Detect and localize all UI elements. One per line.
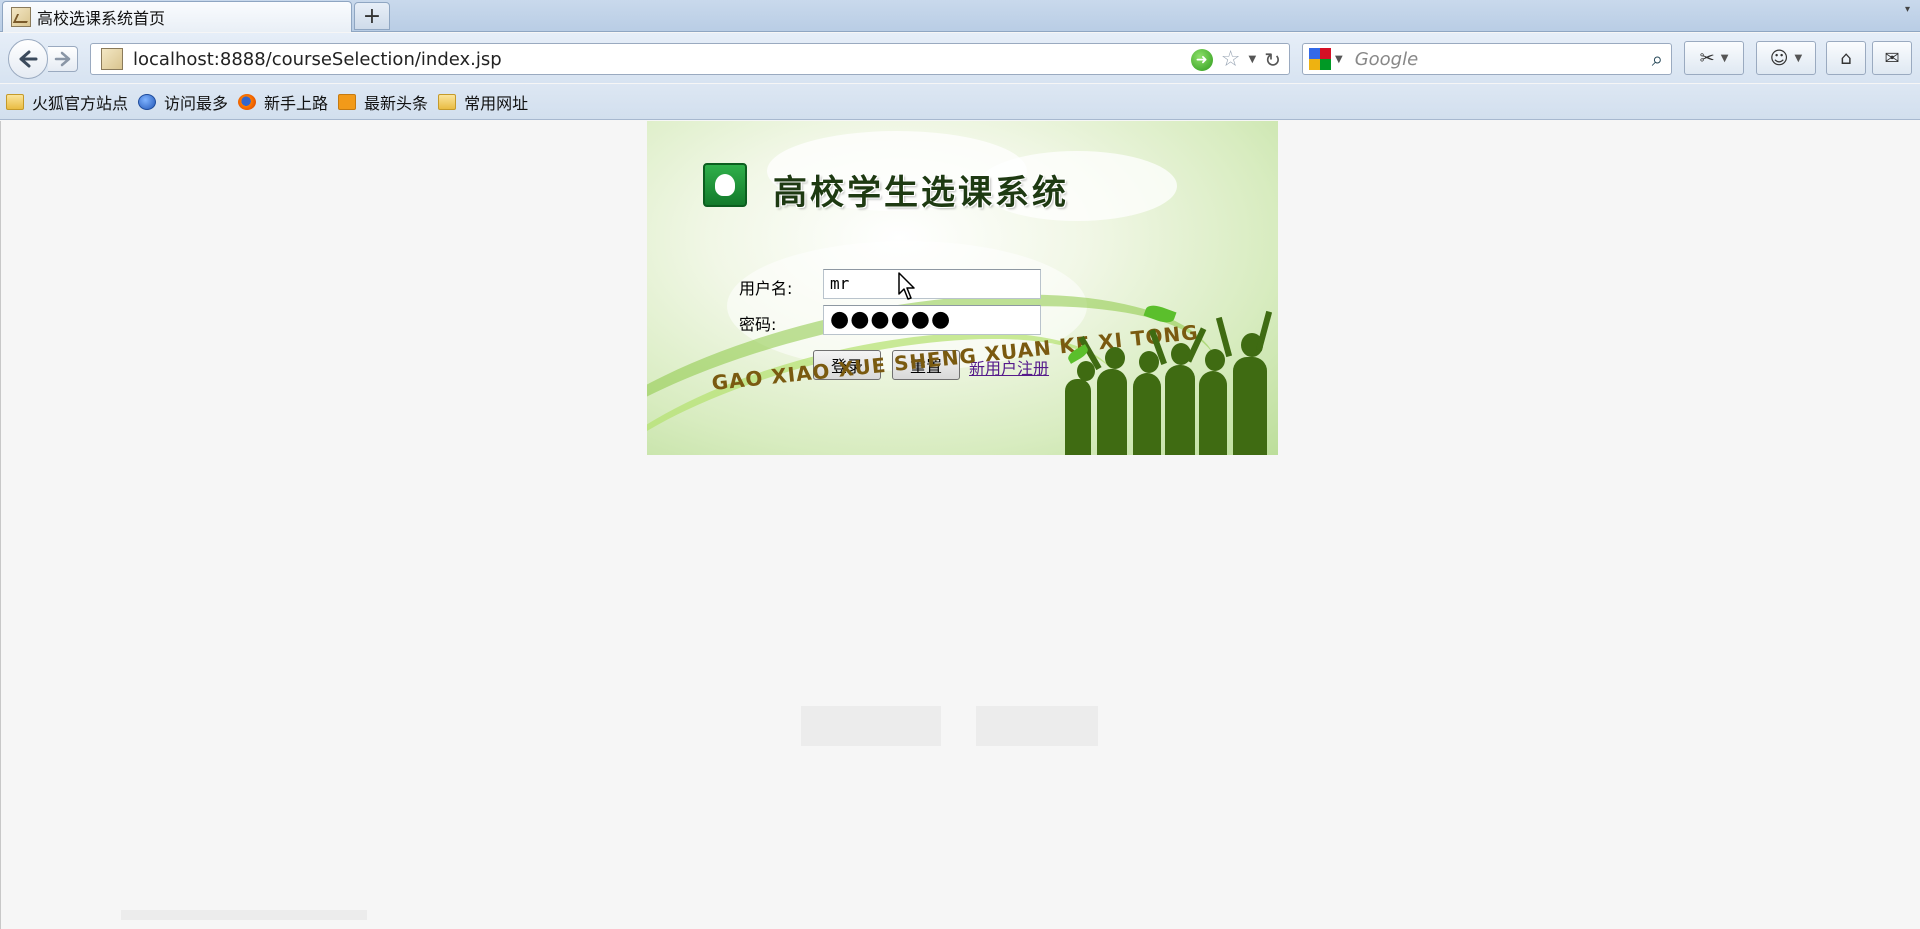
navigation-toolbar: localhost:8888/courseSelection/index.jsp… [0, 33, 1920, 83]
leaf-logo-icon [703, 163, 747, 207]
bookmark-label: 新手上路 [264, 93, 329, 113]
page-viewport: 高校学生选课系统 用户名: mr 密码: ●●●●●● 登录 重置 新用户注册 … [0, 121, 1920, 929]
bookmark-item[interactable]: 常用网址 [438, 90, 528, 114]
tab-title: 高校选课系统首页 [37, 9, 166, 28]
username-label: 用户名: [739, 279, 793, 298]
rss-icon [338, 93, 357, 110]
chevron-down-icon: ▼ [1720, 52, 1729, 64]
bookmark-item[interactable]: 新手上路 [238, 90, 328, 114]
back-button[interactable] [8, 39, 48, 79]
engine-dropdown-icon[interactable]: ▼ [1335, 54, 1343, 65]
addon-button[interactable]: ☺ ▼ [1756, 41, 1816, 75]
bookmark-label: 最新头条 [364, 93, 429, 113]
home-icon: ⌂ [1840, 47, 1852, 69]
mouse-cursor-icon [898, 272, 915, 300]
faded-artifact [976, 706, 1098, 746]
password-label: 密码: [739, 315, 777, 334]
site-identity-icon[interactable] [101, 48, 123, 70]
tab-strip: 高校选课系统首页 + ▾ [0, 0, 1920, 32]
forward-arrow-icon [54, 51, 70, 67]
chevron-down-icon: ▼ [1794, 52, 1803, 64]
google-engine-icon[interactable] [1309, 48, 1331, 70]
bookmark-item[interactable]: 访问最多 [138, 90, 228, 114]
history-dropdown-icon[interactable]: ▼ [1249, 54, 1257, 65]
login-banner: 高校学生选课系统 用户名: mr 密码: ●●●●●● 登录 重置 新用户注册 … [647, 121, 1278, 455]
bookmark-label: 火狐官方站点 [32, 93, 129, 113]
faded-artifact [801, 706, 941, 746]
faded-artifact [121, 910, 367, 920]
search-bar[interactable]: ▼ Google ⌕ [1302, 43, 1672, 75]
page-favicon-icon [11, 7, 31, 27]
bookmark-label: 常用网址 [464, 93, 529, 113]
mail-icon: ✉ [1884, 47, 1900, 69]
search-input[interactable]: Google [1355, 49, 1652, 70]
go-arrow-icon[interactable]: ➜ [1190, 48, 1213, 71]
back-arrow-icon [19, 50, 38, 68]
search-icon[interactable]: ⌕ [1652, 47, 1663, 71]
home-button[interactable]: ⌂ [1826, 41, 1866, 75]
address-bar[interactable]: localhost:8888/courseSelection/index.jsp… [90, 43, 1290, 75]
globe-icon [138, 93, 157, 110]
screenshot-tool-button[interactable]: ✂ ▼ [1684, 41, 1744, 75]
bookmark-item[interactable]: 火狐官方站点 [6, 90, 128, 114]
tab-list-chevron-icon[interactable]: ▾ [1905, 4, 1910, 15]
new-tab-button[interactable]: + [354, 2, 390, 30]
folder-icon [6, 93, 24, 110]
bookmark-item[interactable]: 最新头条 [338, 90, 428, 114]
username-input[interactable]: mr [823, 269, 1041, 299]
screenshot-icon: ✂ [1699, 47, 1715, 69]
forward-button[interactable] [48, 46, 78, 72]
bookmark-star-icon[interactable]: ☆ [1221, 47, 1241, 72]
url-text[interactable]: localhost:8888/courseSelection/index.jsp [133, 49, 502, 70]
folder-icon [438, 93, 457, 110]
mail-button[interactable]: ✉ [1872, 41, 1912, 75]
bookmark-label: 访问最多 [164, 93, 229, 113]
password-input[interactable]: ●●●●●● [823, 305, 1041, 335]
bookmarks-toolbar: 火狐官方站点 访问最多 新手上路 最新头条 常用网址 [0, 84, 1920, 120]
system-title: 高校学生选课系统 [773, 173, 1069, 213]
addon-smiley-icon: ☺ [1769, 47, 1789, 69]
reload-icon[interactable]: ↻ [1264, 48, 1281, 72]
firefox-icon [238, 93, 257, 110]
browser-tab[interactable]: 高校选课系统首页 [2, 1, 352, 32]
